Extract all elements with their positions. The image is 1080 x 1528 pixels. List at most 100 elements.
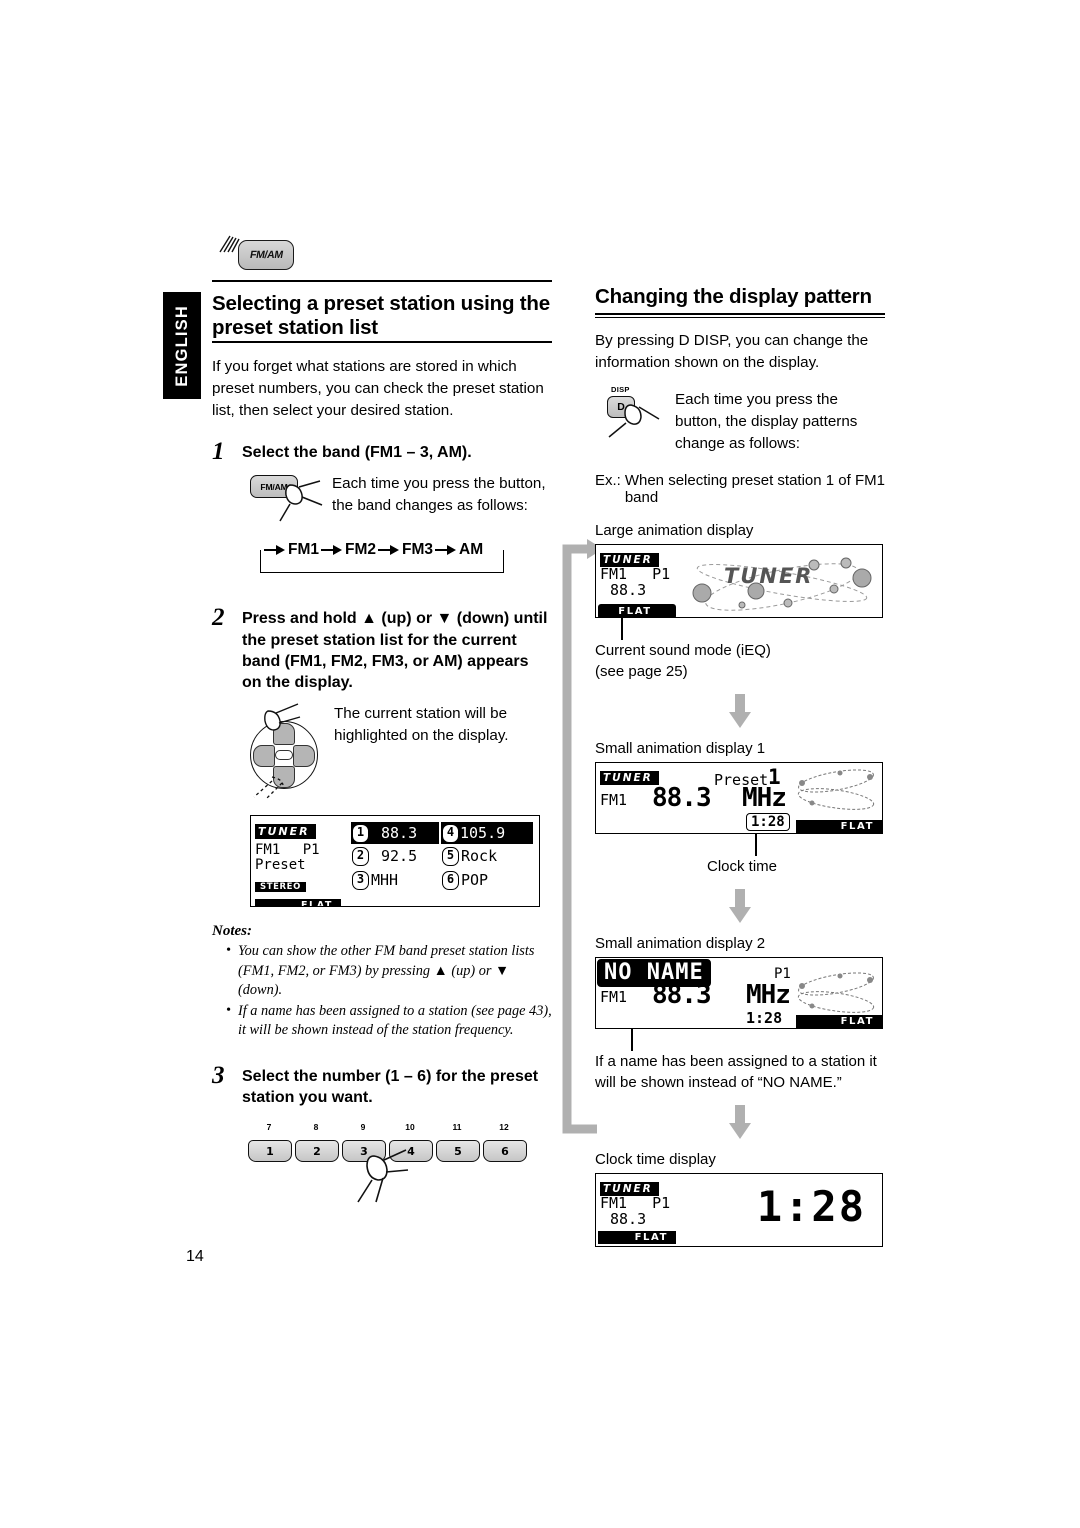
numkey-top-label-4: 10 — [405, 1122, 415, 1133]
number-key-1[interactable]: 1 — [248, 1140, 292, 1163]
lcd-sound-mode: FLAT — [255, 899, 341, 907]
disp-button-figure: DISP D Each time you press the button, t… — [595, 385, 885, 454]
band-flow-arrow-2 — [378, 545, 400, 556]
step-3-number: 3 — [212, 1061, 225, 1089]
step-3-title: Select the number (1 – 6) for the preset… — [242, 1067, 539, 1106]
lcd-frequency: 88.3 — [652, 980, 712, 1011]
preset-entry-5[interactable]: 5 Rock — [441, 844, 533, 868]
pattern-3-sub-caption: If a name has been assigned to a station… — [595, 1053, 877, 1092]
left-section-title: Selecting a preset station using the pre… — [212, 292, 552, 344]
step-2: 2 Press and hold ▲ (up) or ▼ (down) unti… — [212, 605, 552, 693]
preset-entry-3[interactable]: 3 MHH — [351, 868, 439, 892]
notes-list: You can show the other FM band preset st… — [212, 941, 552, 1041]
step-1-title: Select the band (FM1 – 3, AM). — [242, 444, 472, 462]
pointing-hand-icon — [253, 703, 301, 800]
tuner-animation-graphic: TUNER — [684, 553, 880, 613]
lcd-unit: MHz — [746, 980, 791, 1011]
band-flow-item-3: AM — [459, 541, 484, 559]
pattern-3-caption: Small animation display 2 — [595, 935, 766, 953]
lcd-sound-mode: FLAT — [796, 1015, 882, 1029]
large-animation-display: TUNER FM1 P1 88.3 FLAT TUNER — [595, 544, 883, 619]
left-intro-text: If you forget what stations are stored i… — [212, 358, 544, 419]
preset-entry-4[interactable]: 4 105.9 — [441, 822, 533, 845]
small-animation-graphic — [792, 767, 880, 811]
preset-entry-3-number: 3 — [352, 870, 369, 890]
example-prefix: Ex.: — [595, 472, 621, 490]
example-text: When selecting preset station 1 of FM1 b… — [624, 472, 885, 507]
pointing-hand-icon — [608, 404, 660, 438]
lcd-band: FM1 — [600, 988, 628, 1007]
joystick-figure — [242, 703, 334, 800]
lcd-frequency: 88.3 — [652, 783, 712, 814]
lcd-clock: 1:28 — [746, 813, 790, 832]
band-flow-item-0: FM1 — [288, 541, 319, 559]
preset-entry-2[interactable]: 2 92.5 — [351, 844, 439, 868]
number-key-2[interactable]: 2 — [295, 1140, 339, 1163]
band-flow-item-1: FM2 — [345, 541, 376, 559]
step-1: 1 Select the band (FM1 – 3, AM). — [212, 438, 552, 466]
pattern-2-leader-line — [755, 834, 757, 857]
band-flow-arrow-0 — [264, 545, 286, 556]
step-2-title: Press and hold ▲ (up) or ▼ (down) until … — [242, 610, 548, 692]
note-item: If a name has been assigned to a station… — [226, 1001, 552, 1041]
step-1-number: 1 — [212, 438, 225, 466]
band-flow-arrow-3 — [435, 545, 457, 556]
pointing-hand-icon — [279, 480, 323, 522]
numkey-top-label-6: 12 — [499, 1122, 509, 1133]
numkey-top-label-2: 8 — [313, 1122, 319, 1133]
language-tab-label: ENGLISH — [172, 304, 191, 387]
numkey-top-label-1: 7 — [266, 1122, 272, 1133]
lcd-sound-mode: FLAT — [598, 604, 676, 618]
number-keys-figure: 7 8 9 10 11 12 1 2 3 4 5 6 — [248, 1122, 538, 1203]
lcd-tuner-logo: TUNER — [600, 771, 659, 786]
preset-entry-4-value: 105.9 — [460, 824, 506, 843]
step-2-detail: The current station will be highlighted … — [212, 703, 552, 800]
lcd-preset: P1 — [652, 565, 671, 584]
lcd-band: FM1 — [600, 791, 628, 810]
pattern-2-sub-caption: Clock time — [707, 858, 778, 876]
number-key-6[interactable]: 6 — [483, 1140, 527, 1163]
preset-entry-1-number: 1 — [352, 823, 369, 843]
lcd-tuner-logo: TUNER — [255, 824, 316, 840]
numkey-top-label-5: 11 — [452, 1122, 462, 1133]
lcd-preset: P1 — [652, 1194, 671, 1213]
right-section-title: Changing the display pattern — [595, 285, 872, 308]
left-header-rule — [212, 280, 552, 282]
pattern-1-sub-caption: Current sound mode (iEQ) (see page 25) — [595, 642, 771, 681]
remote-fmam-button[interactable]: FM/AM — [238, 240, 294, 270]
right-column: Changing the display pattern By pressing… — [595, 285, 885, 1248]
band-flow-arrow-1 — [321, 545, 343, 556]
remote-fmam-button-label: FM/AM — [248, 249, 284, 261]
step-3: 3 Select the number (1 – 6) for the pres… — [212, 1061, 552, 1109]
lcd-stereo-indicator: STEREO — [255, 882, 306, 893]
preset-entry-6-number: 6 — [442, 870, 459, 890]
preset-entry-1[interactable]: 1 88.3 — [351, 822, 439, 845]
step-1-note: Each time you press the button, the band… — [332, 475, 546, 514]
example-line: Ex.: When selecting preset station 1 of … — [595, 472, 885, 506]
numkey-top-label-3: 9 — [360, 1122, 366, 1133]
preset-entry-5-number: 5 — [442, 846, 459, 866]
pattern-1-caption: Large animation display — [595, 522, 754, 540]
manual-page: ENGLISH FM/AM Selecting a preset station… — [0, 0, 1080, 1528]
lcd-sound-mode: FLAT — [598, 1231, 676, 1245]
fmam-button-figure: FM/AM — [250, 473, 332, 525]
pattern-1-leader-line — [621, 618, 623, 641]
preset-entry-1-value: 88.3 — [381, 824, 418, 843]
right-intro-text: By pressing D DISP, you can change the i… — [595, 332, 869, 371]
lcd-preset: P1 — [302, 842, 320, 859]
pattern-4-caption: Clock time display — [595, 1151, 716, 1169]
svg-text:TUNER: TUNER — [724, 564, 813, 588]
preset-entry-6[interactable]: 6 POP — [441, 868, 533, 892]
preset-entry-2-number: 2 — [352, 846, 369, 866]
small-animation-graphic — [792, 972, 880, 1016]
pointing-hand-icon — [357, 1149, 409, 1203]
right-header-rule — [595, 313, 885, 319]
number-key-2-label: 2 — [313, 1144, 321, 1158]
lcd-clock: 1:28 — [746, 1009, 783, 1028]
pattern-2-caption: Small animation display 1 — [595, 740, 766, 758]
step-2-number: 2 — [212, 604, 225, 632]
flow-arrow-2 — [595, 889, 885, 924]
number-key-1-label: 1 — [266, 1144, 274, 1158]
disp-button-note: Each time you press the button, the disp… — [675, 391, 858, 452]
small-animation-display-1: TUNER FM1 Preset 1 88.3 MHz 1:28 FLAT — [595, 762, 883, 835]
